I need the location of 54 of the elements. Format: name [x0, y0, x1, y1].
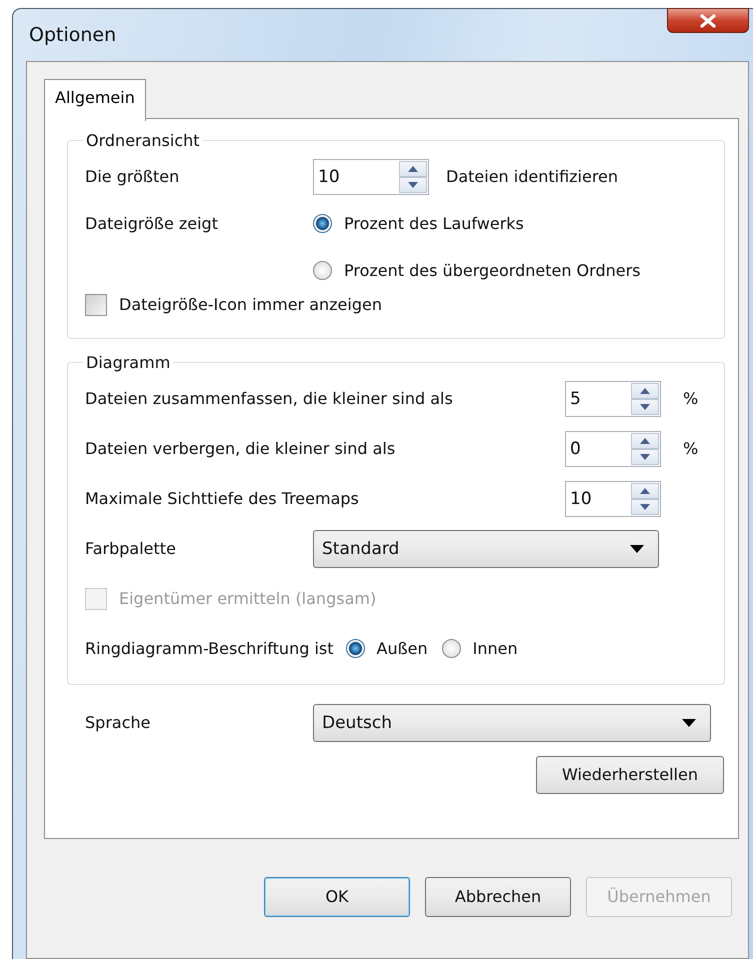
- radio-label[interactable]: Prozent des übergeordneten Ordners: [344, 260, 640, 280]
- number-field[interactable]: 5: [565, 380, 661, 417]
- ok-button[interactable]: OK: [264, 876, 410, 917]
- radio-label[interactable]: Prozent des Laufwerks: [344, 214, 524, 233]
- number-field[interactable]: 10: [313, 158, 429, 195]
- spin-down-button[interactable]: [631, 448, 659, 465]
- group-title: Diagramm: [85, 352, 172, 372]
- dropdown[interactable]: Standard: [313, 530, 659, 568]
- spin-down-button[interactable]: [631, 498, 659, 515]
- field-label: Die größten: [85, 167, 180, 186]
- unit-label: Dateien identifizieren: [446, 167, 618, 186]
- field-label: Dateigröße zeigt: [85, 214, 219, 233]
- up-arrow-icon: [640, 388, 650, 394]
- checkbox-label[interactable]: Dateigröße-Icon immer anzeigen: [119, 295, 382, 314]
- spin-down-button[interactable]: [631, 398, 659, 415]
- spin-down-button[interactable]: [399, 176, 427, 193]
- unit-label: %: [683, 439, 698, 458]
- field-label: Maximale Sichttiefe des Treemaps: [85, 489, 360, 508]
- down-arrow-icon: [408, 182, 418, 188]
- radio-button[interactable]: [442, 639, 461, 658]
- spin-up-button[interactable]: [399, 160, 427, 177]
- field-label: Sprache: [85, 713, 152, 732]
- down-arrow-icon: [640, 504, 650, 510]
- dropdown[interactable]: Deutsch: [313, 704, 711, 742]
- field-label: Dateien zusammenfassen, die kleiner sind als: [85, 389, 454, 408]
- group-title: Ordneransicht: [85, 130, 201, 150]
- radio-label[interactable]: Außen: [376, 639, 428, 658]
- dialog-button[interactable]: Abbrechen: [425, 876, 571, 917]
- radio-button[interactable]: [346, 639, 364, 658]
- up-arrow-icon: [640, 438, 650, 444]
- reset-button[interactable]: Wiederherstellen: [536, 756, 724, 794]
- window-title: Optionen: [29, 24, 116, 46]
- unit-label: %: [683, 389, 698, 408]
- field-label: Farbpalette: [85, 539, 177, 558]
- spin-up-button[interactable]: [631, 382, 659, 399]
- up-arrow-icon: [640, 488, 650, 494]
- radio-label[interactable]: Innen: [472, 639, 518, 658]
- spin-up-button[interactable]: [631, 482, 659, 499]
- field-label: Ringdiagramm-Beschriftung ist: [85, 639, 334, 658]
- spin-up-button[interactable]: [631, 432, 659, 449]
- down-arrow-icon: [640, 454, 650, 460]
- checkbox[interactable]: [85, 294, 107, 316]
- number-field[interactable]: 10: [565, 480, 661, 517]
- up-arrow-icon: [408, 166, 418, 172]
- radio-button[interactable]: [313, 214, 332, 233]
- number-field[interactable]: 0: [565, 430, 661, 467]
- tab[interactable]: Allgemein: [44, 78, 146, 121]
- caret-icon: [682, 718, 696, 727]
- close-button[interactable]: [667, 8, 749, 33]
- radio-button[interactable]: [313, 260, 332, 280]
- field-label: Dateien verbergen, die kleiner sind als: [85, 439, 396, 458]
- down-arrow-icon: [640, 404, 650, 410]
- close-icon: [699, 14, 717, 28]
- caret-icon: [630, 544, 644, 553]
